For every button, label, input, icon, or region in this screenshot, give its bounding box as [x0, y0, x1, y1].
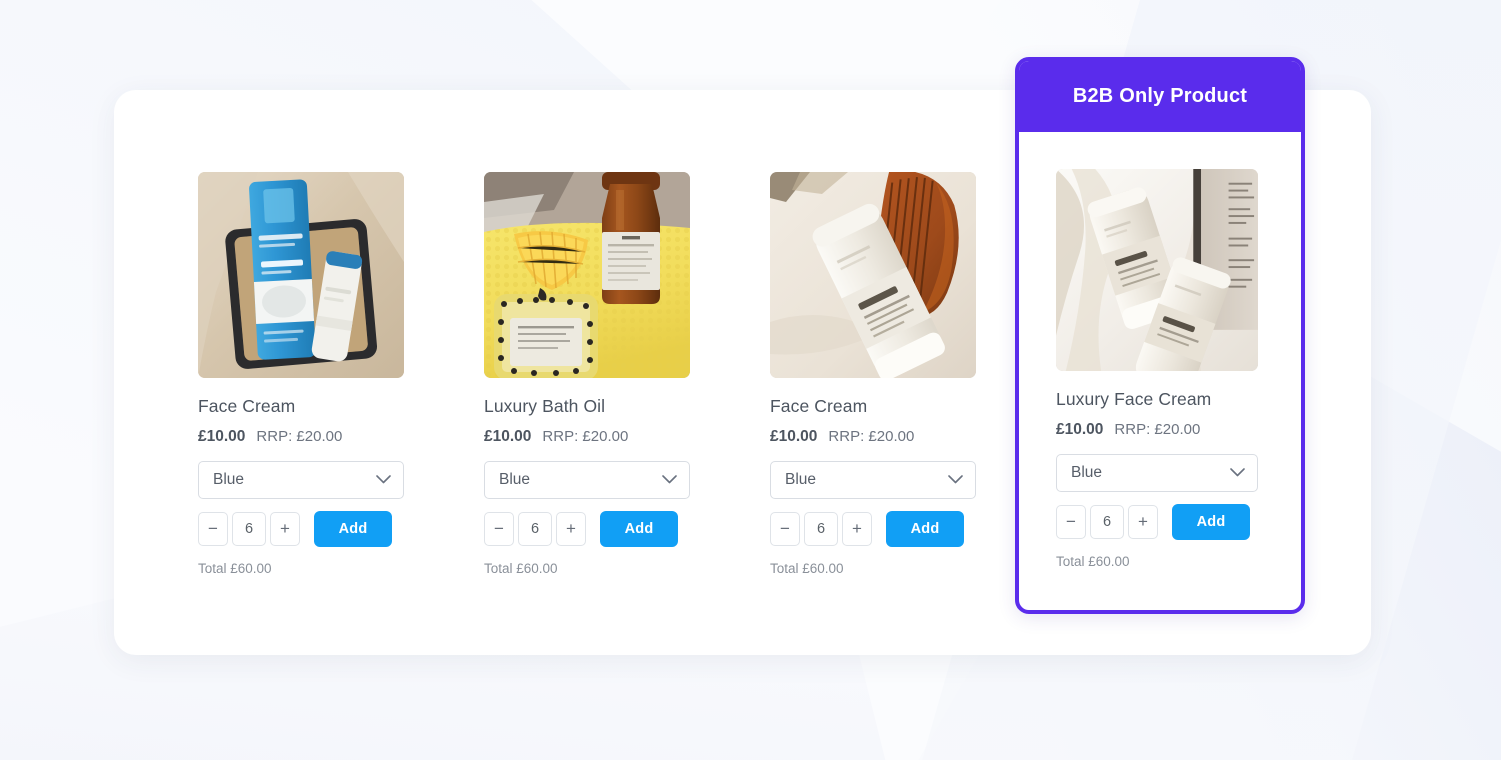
quantity-increment-button[interactable]: + — [842, 512, 872, 546]
price-row: £10.00 RRP: £20.00 — [198, 428, 404, 446]
variant-select[interactable]: Blue — [198, 461, 404, 499]
variant-select[interactable]: Blue — [484, 461, 690, 499]
product-name: Face Cream — [198, 396, 296, 416]
product-rrp: RRP: £20.00 — [256, 428, 343, 445]
quantity-stepper: − 6 + — [770, 512, 876, 546]
variant-select-value: Blue — [499, 471, 531, 488]
quantity-decrement-button[interactable]: − — [198, 512, 228, 546]
product-total: Total £60.00 — [484, 561, 558, 576]
product-name: Luxury Face Cream — [1056, 389, 1212, 409]
product-rrp: RRP: £20.00 — [1114, 421, 1201, 438]
quantity-increment-button[interactable]: + — [556, 512, 586, 546]
product-price: £10.00 — [484, 428, 532, 445]
product-card: Luxury Bath Oil £10.00 RRP: £20.00 Blue … — [484, 172, 690, 576]
chevron-down-icon — [662, 471, 677, 489]
product-card: Face Cream £10.00 RRP: £20.00 Blue − 6 +… — [198, 172, 404, 576]
quantity-increment-button[interactable]: + — [1128, 505, 1158, 539]
quantity-decrement-button[interactable]: − — [484, 512, 514, 546]
variant-select[interactable]: Blue — [770, 461, 976, 499]
quantity-decrement-button[interactable]: − — [770, 512, 800, 546]
product-image[interactable] — [1056, 169, 1258, 371]
price-row: £10.00 RRP: £20.00 — [770, 428, 976, 446]
add-to-cart-button[interactable]: Add — [886, 511, 964, 547]
quantity-decrement-button[interactable]: − — [1056, 505, 1086, 539]
quantity-value[interactable]: 6 — [1090, 505, 1124, 539]
add-to-cart-button[interactable]: Add — [1172, 504, 1250, 540]
quantity-value[interactable]: 6 — [232, 512, 266, 546]
product-rrp: RRP: £20.00 — [828, 428, 915, 445]
quantity-stepper: − 6 + — [484, 512, 590, 546]
quantity-row: − 6 + Add — [198, 511, 404, 547]
chevron-down-icon — [1230, 464, 1245, 482]
product-image[interactable] — [770, 172, 976, 378]
quantity-value[interactable]: 6 — [804, 512, 838, 546]
add-to-cart-button[interactable]: Add — [600, 511, 678, 547]
b2b-only-product-card[interactable]: B2B Only Product Luxury Face Cream £10.0… — [1015, 57, 1305, 614]
quantity-increment-button[interactable]: + — [270, 512, 300, 546]
chevron-down-icon — [948, 471, 963, 489]
b2b-card-body: Luxury Face Cream £10.00 RRP: £20.00 Blu… — [1019, 132, 1301, 569]
quantity-row: − 6 + Add — [1056, 504, 1258, 540]
product-price: £10.00 — [198, 428, 246, 445]
price-row: £10.00 RRP: £20.00 — [1056, 421, 1258, 439]
variant-select-value: Blue — [785, 471, 817, 488]
add-to-cart-button[interactable]: Add — [314, 511, 392, 547]
variant-select-value: Blue — [213, 471, 245, 488]
product-price: £10.00 — [770, 428, 818, 445]
product-total: Total £60.00 — [198, 561, 272, 576]
product-card: Luxury Face Cream £10.00 RRP: £20.00 Blu… — [1056, 169, 1258, 569]
quantity-row: − 6 + Add — [484, 511, 690, 547]
product-total: Total £60.00 — [1056, 554, 1130, 569]
b2b-banner-label: B2B Only Product — [1072, 85, 1248, 107]
b2b-banner: B2B Only Product — [1019, 61, 1301, 132]
product-name: Luxury Bath Oil — [484, 396, 606, 416]
quantity-stepper: − 6 + — [1056, 505, 1162, 539]
product-rrp: RRP: £20.00 — [542, 428, 629, 445]
product-price: £10.00 — [1056, 421, 1104, 438]
quantity-row: − 6 + Add — [770, 511, 976, 547]
quantity-value[interactable]: 6 — [518, 512, 552, 546]
price-row: £10.00 RRP: £20.00 — [484, 428, 690, 446]
product-image[interactable] — [484, 172, 690, 378]
variant-select-value: Blue — [1071, 464, 1103, 481]
product-image[interactable] — [198, 172, 404, 378]
quantity-stepper: − 6 + — [198, 512, 304, 546]
product-total: Total £60.00 — [770, 561, 844, 576]
product-name: Face Cream — [770, 396, 868, 416]
variant-select[interactable]: Blue — [1056, 454, 1258, 492]
chevron-down-icon — [376, 471, 391, 489]
product-card: Face Cream £10.00 RRP: £20.00 Blue − 6 +… — [770, 172, 976, 576]
